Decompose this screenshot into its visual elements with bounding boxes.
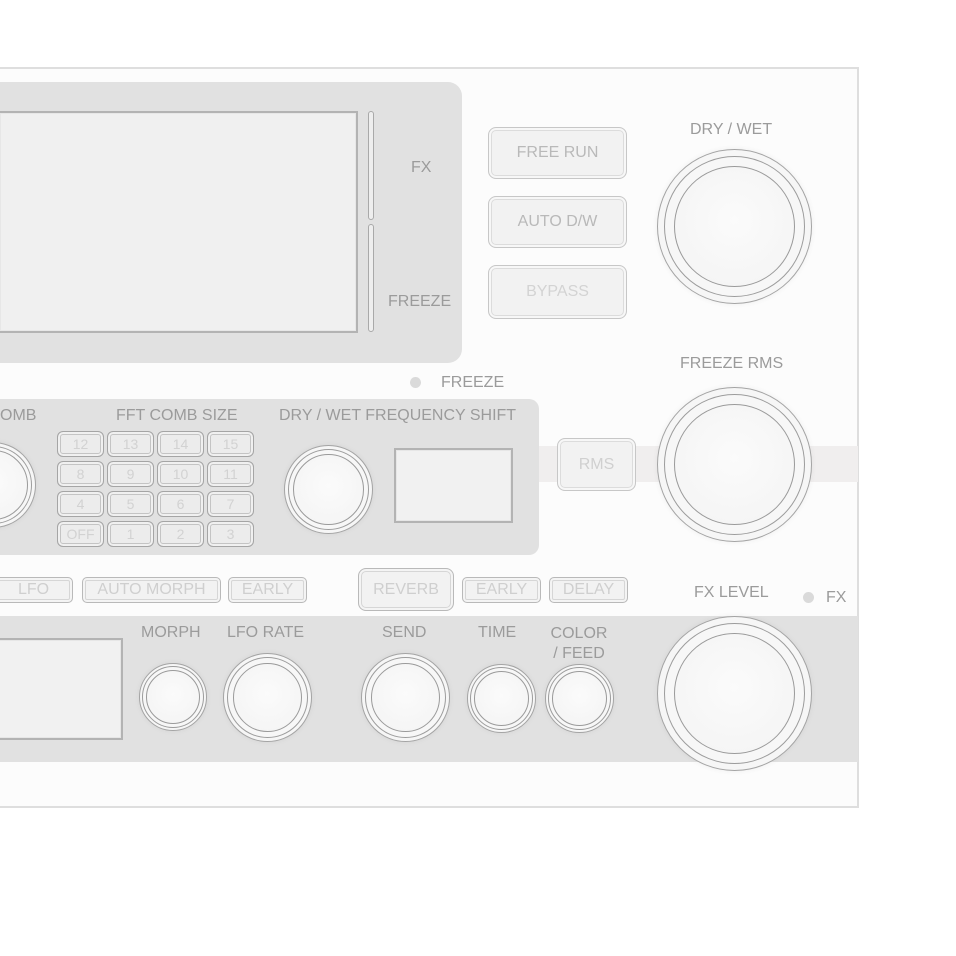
frequency-shift-display: [394, 448, 513, 523]
morph-knob[interactable]: [139, 663, 207, 731]
freeze-meter-label: FREEZE: [388, 293, 452, 310]
color-feed-label: COLOR / FEED: [544, 624, 614, 664]
send-knob[interactable]: [361, 653, 450, 742]
fft-comb-size-button[interactable]: 5: [107, 491, 154, 517]
fft-comb-size-button[interactable]: 4: [57, 491, 104, 517]
time-knob[interactable]: [467, 664, 536, 733]
fx-level-label: FX LEVEL: [694, 584, 769, 601]
fft-comb-size-button[interactable]: 2: [157, 521, 204, 547]
fx-meter-label: FX: [411, 159, 432, 176]
fft-comb-size-button[interactable]: 8: [57, 461, 104, 487]
fft-comb-size-button[interactable]: 13: [107, 431, 154, 457]
comb-label: OMB: [0, 407, 37, 424]
auto-morph-button[interactable]: AUTO MORPH: [82, 577, 221, 603]
early-button-left[interactable]: EARLY: [228, 577, 307, 603]
fft-comb-size-button[interactable]: 14: [157, 431, 204, 457]
color-feed-knob[interactable]: [545, 664, 614, 733]
auto-dry-wet-button[interactable]: AUTO D/W: [488, 196, 627, 248]
delay-button[interactable]: DELAY: [549, 577, 628, 603]
rms-button[interactable]: RMS: [557, 438, 636, 491]
lfo-button[interactable]: LFO: [0, 577, 73, 603]
fx-level-meter: [368, 111, 374, 220]
fft-comb-size-button[interactable]: OFF: [57, 521, 104, 547]
early-button-right[interactable]: EARLY: [462, 577, 541, 603]
color-feed-label-line2: / FEED: [553, 645, 605, 662]
lfo-rate-knob[interactable]: [223, 653, 312, 742]
time-label: TIME: [478, 624, 517, 641]
fft-comb-size-button[interactable]: 9: [107, 461, 154, 487]
fx-indicator-label: FX: [826, 589, 847, 606]
freeze-rms-knob[interactable]: [657, 387, 812, 542]
morph-label: MORPH: [141, 624, 201, 641]
fft-comb-size-label: FFT COMB SIZE: [116, 407, 238, 424]
dry-wet-frequency-shift-label: DRY / WET FREQUENCY SHIFT: [279, 407, 517, 424]
fft-comb-size-button[interactable]: 10: [157, 461, 204, 487]
color-feed-label-line1: COLOR: [550, 625, 608, 642]
dry-wet-label: DRY / WET: [690, 121, 773, 138]
fft-comb-size-grid: 12 13 14 15 8 9 10 11 4 5 6 7 OFF 1 2 3: [57, 431, 254, 549]
fft-comb-size-button[interactable]: 15: [207, 431, 254, 457]
fx-level-knob[interactable]: [657, 616, 812, 771]
fft-comb-size-button[interactable]: 3: [207, 521, 254, 547]
fx-indicator-led: [803, 592, 814, 603]
freeze-rms-label: FREEZE RMS: [680, 355, 784, 372]
lfo-rate-label: LFO RATE: [227, 624, 305, 641]
frequency-shift-dry-wet-knob[interactable]: [284, 445, 373, 534]
freeze-level-meter: [368, 224, 374, 332]
fft-comb-size-button[interactable]: 7: [207, 491, 254, 517]
main-display-screen: [0, 111, 358, 333]
free-run-button[interactable]: FREE RUN: [488, 127, 627, 179]
fft-comb-size-button[interactable]: 6: [157, 491, 204, 517]
reverb-button[interactable]: REVERB: [358, 568, 454, 611]
fft-comb-size-button[interactable]: 1: [107, 521, 154, 547]
fft-comb-size-button[interactable]: 11: [207, 461, 254, 487]
freeze-indicator-label: FREEZE: [441, 374, 505, 391]
dry-wet-knob[interactable]: [657, 149, 812, 304]
bypass-button[interactable]: BYPASS: [488, 265, 627, 319]
morph-display: [0, 638, 123, 740]
fft-comb-size-button[interactable]: 12: [57, 431, 104, 457]
send-label: SEND: [382, 624, 427, 641]
freeze-indicator-led: [410, 377, 421, 388]
